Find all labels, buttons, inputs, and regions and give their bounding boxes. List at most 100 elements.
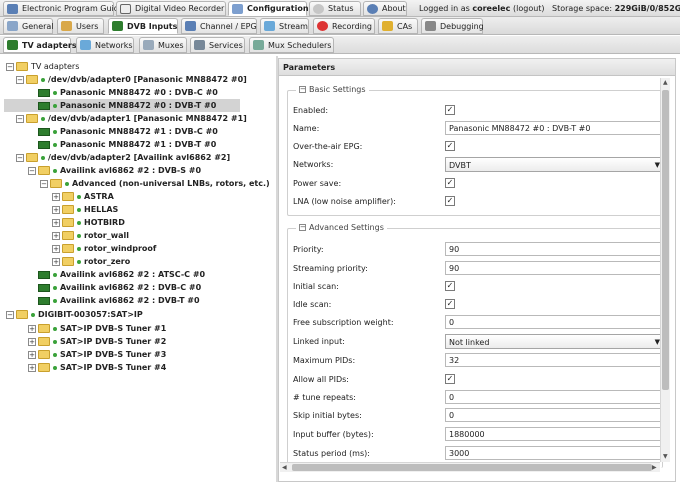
lna-checkbox[interactable]: ✓ [445,196,455,206]
basic-settings-legend[interactable]: − Basic Settings [296,85,369,94]
collapse-icon[interactable]: − [299,86,306,93]
field-max-pids: Maximum PIDs: 32 [293,353,665,369]
tree-node-satip-tuner[interactable]: + SAT>IP DVB-S Tuner #3 [28,348,166,361]
expand-icon[interactable]: + [52,244,60,253]
tree-node-satip-tuner[interactable]: + SAT>IP DVB-S Tuner #4 [28,361,166,374]
tab-services[interactable]: Services [190,37,245,53]
expand-icon[interactable]: + [52,218,60,227]
tree-node-tuner[interactable]: Availink avl6862 #2 : DVB-C #0 [38,281,201,294]
ota-epg-checkbox[interactable]: ✓ [445,141,455,151]
tab-recording[interactable]: Recording [313,18,375,34]
idle-scan-checkbox[interactable]: ✓ [445,299,455,309]
tab-status[interactable]: Status [309,1,361,16]
tab-epg[interactable]: Electronic Program Guide [3,1,124,16]
tree-node-satconf[interactable]: + HELLAS [52,203,118,216]
expand-icon[interactable]: + [52,192,60,201]
scroll-down-icon[interactable]: ▼ [663,453,668,460]
field-label: Status period (ms): [293,449,370,458]
status-dot-icon [31,312,35,317]
tree-node-tuner[interactable]: Availink avl6862 #2 : ATSC-C #0 [38,268,205,281]
tree-node-tuner[interactable]: Panasonic MN88472 #1 : DVB-T #0 [38,138,216,151]
power-save-checkbox[interactable]: ✓ [445,178,455,188]
scroll-up-icon[interactable]: ▲ [663,79,668,86]
expand-icon[interactable]: + [52,231,60,240]
tab-general[interactable]: General [3,18,54,34]
tab-dvb-inputs[interactable]: DVB Inputs [108,18,178,34]
tuner-card-icon [38,270,50,279]
tree-node-advanced[interactable]: − Advanced (non-universal LNBs, rotors, … [40,177,270,190]
expand-icon[interactable]: + [28,363,36,372]
tree-node-satip-tuner[interactable]: + SAT>IP DVB-S Tuner #2 [28,335,166,348]
tree-node-adapter0[interactable]: − /dev/dvb/adapter0 [Panasonic MN88472 #… [16,73,247,86]
folder-icon [38,166,50,175]
logout-link[interactable]: (logout) [513,4,545,13]
tab-debugging[interactable]: Debugging [421,18,484,34]
collapse-icon[interactable]: − [16,75,24,84]
expand-icon[interactable]: + [52,257,60,266]
tab-networks[interactable]: Networks [76,37,134,53]
collapse-icon[interactable]: − [16,114,24,123]
tab-general-label: General [22,21,54,31]
scroll-left-icon[interactable]: ◀ [282,464,287,471]
folder-icon [62,257,74,266]
tree-node-satconf[interactable]: + HOTBIRD [52,216,125,229]
tab-channel-epg[interactable]: Channel / EPG [181,18,257,34]
tab-configuration[interactable]: Configuration [228,1,309,16]
expand-icon[interactable]: + [28,350,36,359]
expand-icon[interactable]: + [52,205,60,214]
horizontal-scroll-thumb[interactable] [292,464,652,471]
collapse-icon[interactable]: − [6,62,14,71]
max-pids-input[interactable]: 32 [445,353,663,367]
tree-node-satip-tuner[interactable]: + SAT>IP DVB-S Tuner #1 [28,322,166,335]
tree-node-satconf[interactable]: + ASTRA [52,190,114,203]
collapse-icon[interactable]: − [40,179,48,188]
tree-node-tuner[interactable]: Availink avl6862 #2 : DVB-T #0 [38,294,200,307]
advanced-settings-legend[interactable]: − Advanced Settings [296,223,387,232]
skip-initial-bytes-input[interactable]: 0 [445,408,663,422]
tab-tv-adapters[interactable]: TV adapters [3,37,77,53]
tree-node-root[interactable]: − TV adapters [6,60,79,73]
tab-dvr[interactable]: Digital Video Recorder [116,1,226,16]
vertical-scroll-thumb[interactable] [662,90,669,390]
name-input[interactable]: Panasonic MN88472 #0 : DVB-T #0 [445,121,663,135]
expand-icon[interactable]: + [28,337,36,346]
input-buffer-input[interactable]: 1880000 [445,427,663,441]
streaming-priority-input[interactable]: 90 [445,261,663,275]
tree-node-satip[interactable]: − DIGIBIT-003057:SAT>IP [6,308,143,321]
scroll-right-icon[interactable]: ▶ [652,464,657,471]
tree-node-tuner[interactable]: Panasonic MN88472 #0 : DVB-C #0 [38,86,218,99]
tab-users[interactable]: Users [57,18,104,34]
tab-cas[interactable]: CAs [378,18,418,34]
tab-stream[interactable]: Stream [260,18,309,34]
tree-node-satconf[interactable]: + rotor_wall [52,229,129,242]
collapse-icon[interactable]: − [16,153,24,162]
collapse-icon[interactable]: − [299,224,306,231]
tree-node-tuner[interactable]: Panasonic MN88472 #1 : DVB-C #0 [38,125,218,138]
tab-mux-schedulers[interactable]: Mux Schedulers [249,37,334,53]
tree-node-label: Availink avl6862 #2 : DVB-S #0 [60,166,202,175]
allow-all-pids-checkbox[interactable]: ✓ [445,374,455,384]
priority-input[interactable]: 90 [445,242,663,256]
status-dot-icon [53,129,57,134]
status-period-input[interactable]: 3000 [445,446,663,460]
tree-node-adapter2[interactable]: − /dev/dvb/adapter2 [Availink avl6862 #2… [16,151,230,164]
tab-about[interactable]: About [363,1,407,16]
tree-node-tuner-selected[interactable]: Panasonic MN88472 #0 : DVB-T #0 [4,99,240,112]
tree-node-satconf[interactable]: + rotor_windproof [52,242,156,255]
initial-scan-checkbox[interactable]: ✓ [445,281,455,291]
tree-node-adapter1[interactable]: − /dev/dvb/adapter1 [Panasonic MN88472 #… [16,112,247,125]
horizontal-scrollbar[interactable]: ◀ ▶ [280,462,660,472]
tree-node-dvbs[interactable]: − Availink avl6862 #2 : DVB-S #0 [28,164,201,177]
expand-icon[interactable]: + [28,324,36,333]
vertical-scrollbar[interactable]: ▲ ▼ [660,78,670,462]
free-subscription-weight-input[interactable]: 0 [445,315,663,329]
collapse-icon[interactable]: − [6,310,14,319]
tree-node-satconf[interactable]: + rotor_zero [52,255,130,268]
tab-muxes[interactable]: Muxes [139,37,187,53]
wrench-icon [232,3,243,14]
linked-input-select[interactable]: Not linked ▼ [445,334,663,349]
networks-select[interactable]: DVBT ▼ [445,157,663,172]
enabled-checkbox[interactable]: ✓ [445,105,455,115]
collapse-icon[interactable]: − [28,166,36,175]
tune-repeats-input[interactable]: 0 [445,390,663,404]
